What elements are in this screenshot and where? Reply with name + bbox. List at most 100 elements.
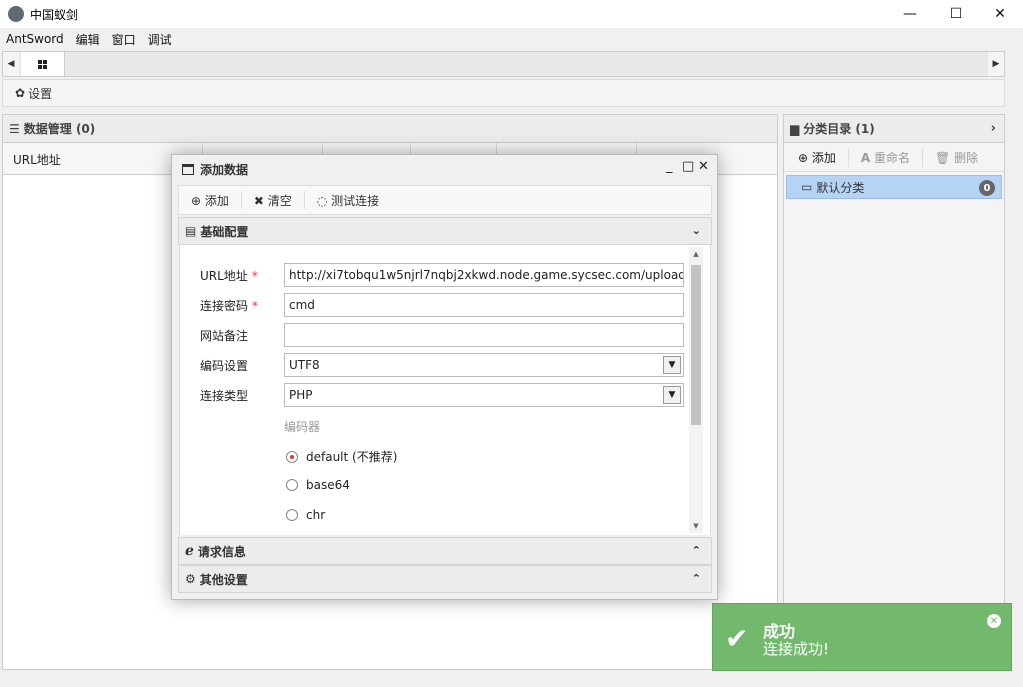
encoding-label: 编码设置 xyxy=(200,359,249,373)
toast-message: 连接成功! xyxy=(763,640,830,658)
encoding-select[interactable]: UTF8 ▼ xyxy=(284,353,684,377)
ie-icon: ℯ xyxy=(185,543,194,559)
type-label: 连接类型 xyxy=(200,389,249,403)
url-label: URL地址 * xyxy=(200,269,258,283)
password-label: 连接密码 * xyxy=(200,299,259,313)
gears-icon: ⚙ xyxy=(185,572,196,586)
data-panel-title: 数据管理 (0) xyxy=(23,122,96,136)
tab-home[interactable] xyxy=(21,52,65,76)
data-panel-header: ☰ 数据管理 (0) xyxy=(3,115,777,143)
section-basic-label: 基础配置 xyxy=(200,224,249,239)
menu-bar: AntSword 编辑 窗口 调试 xyxy=(0,28,1023,50)
category-delete-label: 删除 xyxy=(954,151,979,165)
divider xyxy=(240,191,242,209)
encoder-radio-chr[interactable]: chr xyxy=(286,508,325,522)
window-icon xyxy=(182,163,194,175)
settings-button[interactable]: ✿ 设置 xyxy=(15,85,52,102)
encoder-radio-base64[interactable]: base64 xyxy=(286,478,350,492)
document-icon: ▤ xyxy=(185,224,197,238)
app-icon xyxy=(8,6,24,22)
section-request-label: 请求信息 xyxy=(197,544,246,559)
chevron-up-icon: ⌃ xyxy=(691,544,701,557)
category-add-button[interactable]: ⊕ 添加 xyxy=(798,149,836,166)
radio-icon xyxy=(286,450,298,463)
note-label: 网站备注 xyxy=(200,329,249,343)
toast-close-icon[interactable]: ✕ xyxy=(987,614,1001,628)
category-delete-button[interactable]: 🗑 删除 xyxy=(935,149,978,166)
tab-strip: ◀ ▶ xyxy=(2,51,1005,77)
plus-circle-icon: ⊕ xyxy=(798,151,809,165)
checkmark-icon: ✔ xyxy=(725,622,749,655)
menu-antsword[interactable]: AntSword xyxy=(6,32,64,46)
menu-window[interactable]: 窗口 xyxy=(112,31,136,48)
chevron-down-icon: ▼ xyxy=(663,356,681,374)
section-request-info[interactable]: ℯ 请求信息 ⌃ xyxy=(178,537,712,565)
section-other-label: 其他设置 xyxy=(199,572,248,587)
category-add-label: 添加 xyxy=(811,151,836,165)
grid-icon xyxy=(38,59,47,69)
minimize-button[interactable]: — xyxy=(887,0,933,28)
chevron-down-icon: ▼ xyxy=(663,386,681,404)
tab-scroll-right-icon[interactable]: ▶ xyxy=(988,52,1004,76)
dialog-test-connection-button[interactable]: ◌ 测试连接 xyxy=(317,192,379,209)
dialog-toolbar: ⊕ 添加 ✖ 清空 ◌ 测试连接 xyxy=(178,185,712,215)
scrollbar-thumb[interactable] xyxy=(691,265,701,425)
category-item[interactable]: ▭ 默认分类 0 xyxy=(786,175,1002,199)
url-input[interactable]: http://xi7tobqu1w5njrl7nqbj2xkwd.node.ga… xyxy=(284,263,684,287)
encoding-value: UTF8 xyxy=(289,358,320,372)
gear-icon: ✿ xyxy=(15,86,26,100)
spinner-icon: ◌ xyxy=(316,193,328,208)
dialog-title-bar[interactable]: 添加数据 xyxy=(172,155,717,183)
dialog-title: 添加数据 xyxy=(200,162,249,177)
dialog-minimize-icon[interactable]: _ xyxy=(666,159,673,174)
category-rename-label: 重命名 xyxy=(874,151,911,165)
divider xyxy=(847,148,849,167)
category-panel-title: 分类目录 (1) xyxy=(803,122,875,136)
category-item-label: 默认分类 xyxy=(816,180,865,195)
dialog-add-label: 添加 xyxy=(204,193,229,208)
divider xyxy=(303,191,305,209)
category-panel: ▆ 分类目录 (1) › ⊕ 添加 A 重命名 🗑 删除 ▭ 默认分类 0 xyxy=(783,114,1005,670)
radio-icon xyxy=(286,509,298,521)
type-value: PHP xyxy=(289,388,313,402)
window-title: 中国蚁剑 xyxy=(30,8,79,22)
settings-toolbar: ✿ 设置 xyxy=(2,79,1005,107)
encoder-label: 编码器 xyxy=(284,420,321,434)
maximize-button[interactable]: ☐ xyxy=(933,0,979,28)
encoder-radio-default[interactable]: default (不推荐) xyxy=(286,448,397,465)
dialog-close-icon[interactable]: ✕ xyxy=(698,159,709,174)
dialog-add-button[interactable]: ⊕ 添加 xyxy=(191,192,229,209)
close-button[interactable]: ✕ xyxy=(977,0,1023,28)
dialog-test-label: 测试连接 xyxy=(331,193,380,208)
plus-circle-icon: ⊕ xyxy=(191,193,202,208)
dialog-clear-label: 清空 xyxy=(267,193,292,208)
folder-icon: ▆ xyxy=(790,121,800,136)
radio-icon xyxy=(286,479,298,491)
category-panel-header: ▆ 分类目录 (1) › xyxy=(784,115,1004,143)
list-icon: ☰ xyxy=(9,121,20,136)
password-input[interactable]: cmd xyxy=(284,293,684,317)
dialog-clear-button[interactable]: ✖ 清空 xyxy=(254,192,292,209)
add-data-dialog: 添加数据 _ □ ✕ ⊕ 添加 ✖ 清空 ◌ 测试连接 ▤ 基础配置 ⌄ URL… xyxy=(171,154,718,600)
menu-edit[interactable]: 编辑 xyxy=(76,31,100,48)
menu-debug[interactable]: 调试 xyxy=(148,31,172,48)
title-bar: 中国蚁剑 — ☐ ✕ xyxy=(0,0,1023,28)
settings-label: 设置 xyxy=(28,86,53,101)
type-select[interactable]: PHP ▼ xyxy=(284,383,684,407)
folder-open-icon: ▭ xyxy=(801,180,813,194)
category-count-badge: 0 xyxy=(979,180,995,196)
scroll-up-icon[interactable]: ▲ xyxy=(689,247,703,261)
section-other-settings[interactable]: ⚙ 其他设置 ⌃ xyxy=(178,565,712,593)
trash-icon: 🗑 xyxy=(935,151,951,165)
tab-scroll-left-icon[interactable]: ◀ xyxy=(3,52,19,76)
category-rename-button[interactable]: A 重命名 xyxy=(861,149,910,166)
divider xyxy=(922,148,924,167)
success-toast: ✔ 成功 连接成功! ✕ xyxy=(712,603,1012,671)
basic-config-form: URL地址 * http://xi7tobqu1w5njrl7nqbj2xkwd.… xyxy=(179,245,711,535)
scroll-down-icon[interactable]: ▼ xyxy=(689,519,703,533)
section-basic-config[interactable]: ▤ 基础配置 ⌄ xyxy=(178,217,712,245)
form-scrollbar[interactable]: ▲ ▼ xyxy=(689,247,703,533)
chevron-right-icon[interactable]: › xyxy=(991,121,996,136)
dialog-maximize-icon[interactable]: □ xyxy=(682,159,694,174)
note-input[interactable] xyxy=(284,323,684,347)
